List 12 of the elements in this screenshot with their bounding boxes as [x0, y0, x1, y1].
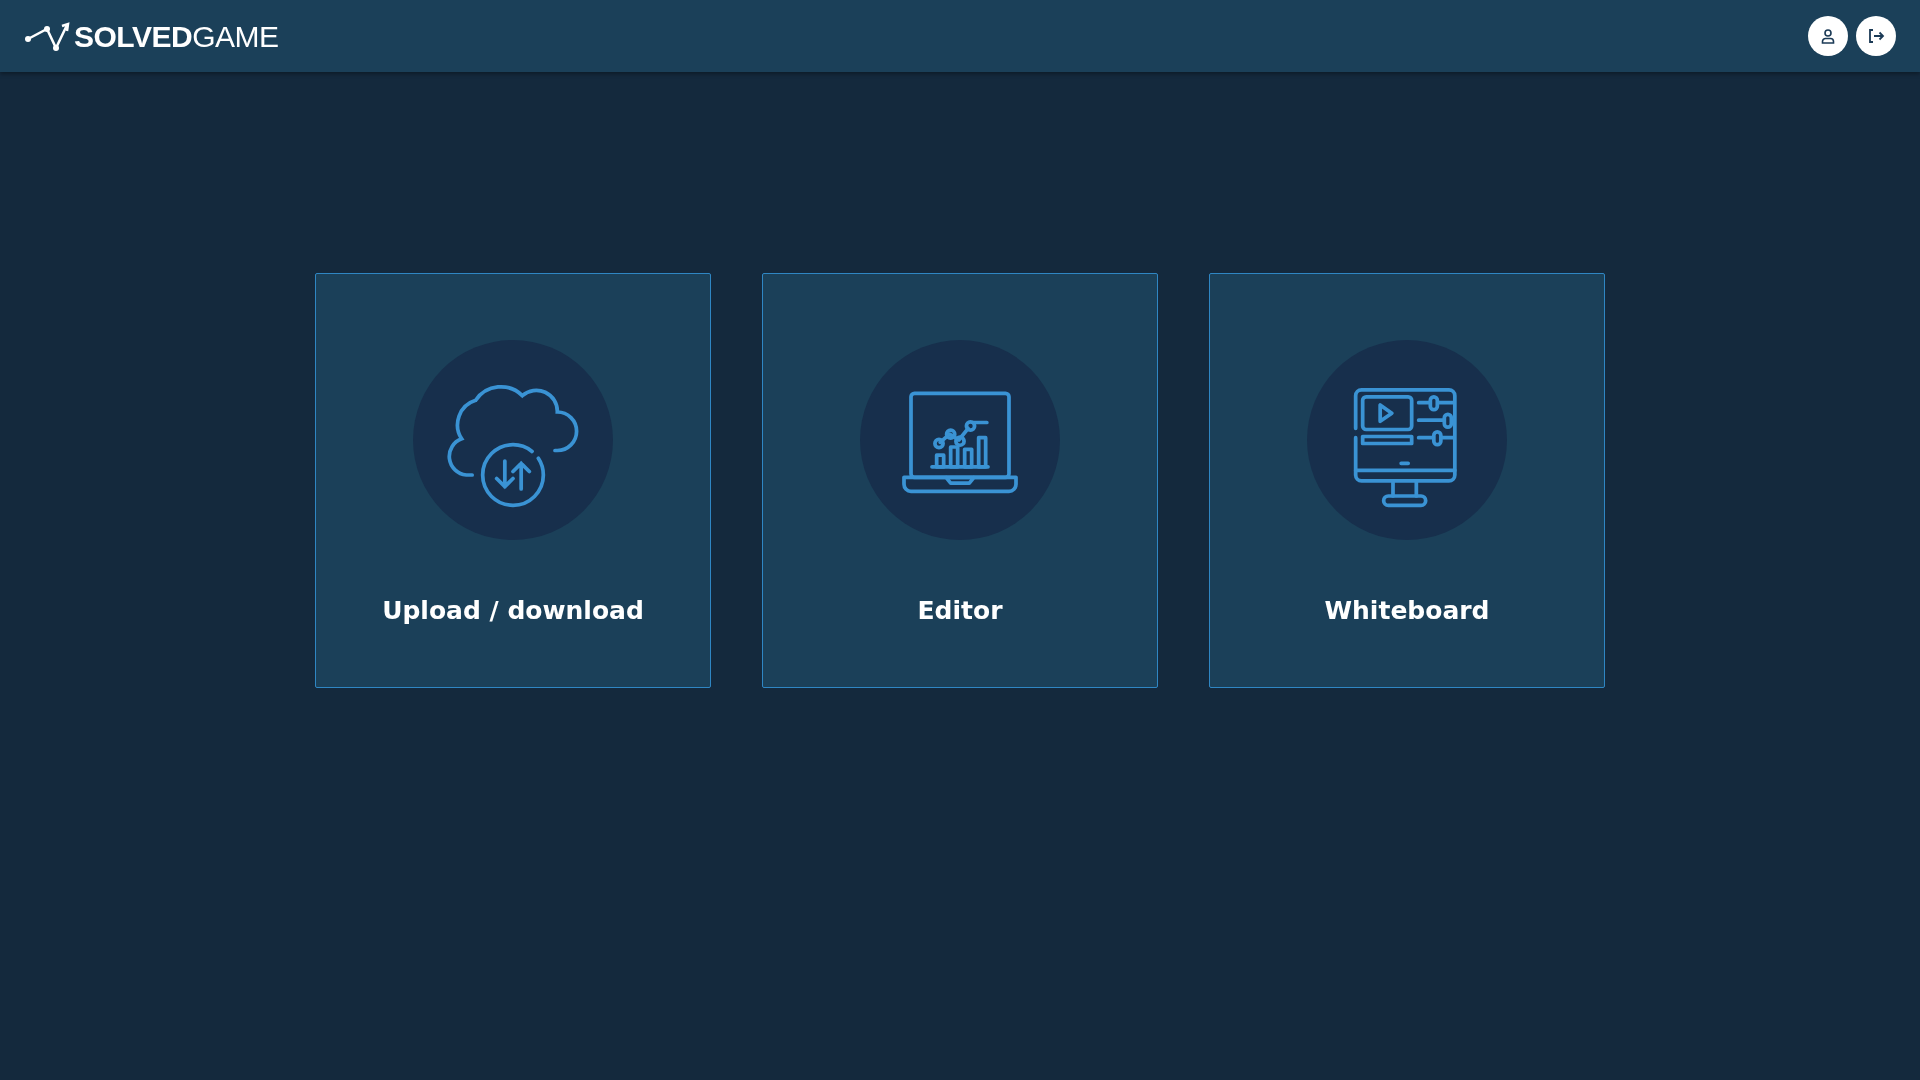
logo-icon [24, 21, 70, 51]
logout-icon [1867, 28, 1885, 44]
user-icon [1820, 28, 1836, 44]
card-title: Whiteboard [1324, 595, 1490, 627]
app-card[interactable]: Whiteboard [1209, 273, 1605, 688]
card-title: Editor [917, 595, 1003, 627]
logout-button[interactable] [1856, 16, 1896, 56]
app-card[interactable]: Editor [762, 273, 1158, 688]
card-title: Upload / download [382, 595, 644, 627]
logo-text: SOLVEDGAME [74, 18, 279, 55]
app-card[interactable]: Upload / download [315, 273, 711, 688]
profile-button[interactable] [1808, 16, 1848, 56]
